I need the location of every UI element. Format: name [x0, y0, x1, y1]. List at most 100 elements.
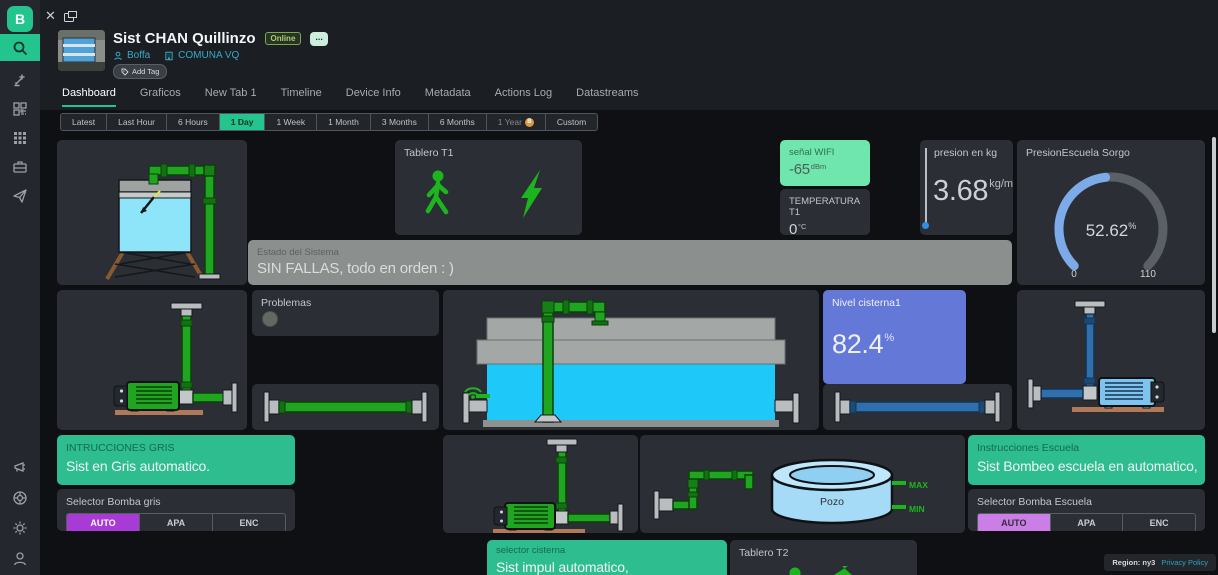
device-organization[interactable]: COMUNA VQ [164, 50, 239, 61]
tab-graficos[interactable]: Graficos [140, 87, 181, 107]
green-pipe-graphic [252, 384, 439, 430]
instructions-escuela-title: Instrucciones Escuela [968, 435, 1205, 454]
upgrade-badge-icon: B [525, 118, 534, 127]
selector-cisterna-title: selector cisterna [487, 540, 727, 556]
cistern-level-value: 82.4 [832, 329, 883, 359]
wifi-signal-title: señal WIFI [780, 140, 870, 158]
account-icon[interactable] [12, 551, 28, 567]
close-icon[interactable]: ✕ [45, 8, 56, 24]
privacy-policy-link[interactable]: Privacy Policy [1161, 558, 1208, 567]
selector-gris-option-enc[interactable]: ENC [213, 514, 285, 531]
problems-title: Problemas [252, 290, 439, 309]
search-icon [12, 40, 28, 56]
elevated-tank-graphic [57, 140, 247, 285]
vertical-scrollbar-thumb[interactable] [1212, 137, 1216, 333]
device-owner[interactable]: Boffa [113, 50, 150, 61]
tab-timeline[interactable]: Timeline [281, 87, 322, 107]
selector-escuela-option-auto[interactable]: AUTO [978, 514, 1051, 531]
status-badge: Online [265, 32, 302, 45]
tab-dashboard[interactable]: Dashboard [62, 87, 116, 107]
temperature-widget: TEMPERATURA T1 0°C [780, 189, 870, 235]
devices-icon[interactable] [12, 101, 28, 117]
cistern-image-widget [443, 290, 819, 430]
apps-icon[interactable] [12, 130, 28, 146]
pressure-unit: kg/m² [989, 178, 1013, 190]
automations-icon[interactable] [12, 72, 28, 88]
selector-escuela-option-apa[interactable]: APA [1051, 514, 1124, 531]
add-tag-label: Add Tag [132, 67, 159, 76]
blynk-logo[interactable]: B [7, 6, 33, 32]
person-walking-icon [428, 171, 446, 213]
temperature-value: 0 [789, 221, 797, 235]
wifi-signal-widget: señal WIFI -65dBm [780, 140, 870, 186]
instructions-escuela-value: Sist Bombeo escuela en automatico, [968, 454, 1205, 474]
selector-gris-option-auto[interactable]: AUTO [67, 514, 140, 531]
device-avatar[interactable] [58, 30, 105, 71]
well-min-label: MIN [909, 504, 925, 514]
tab-metadata[interactable]: Metadata [425, 87, 471, 107]
support-icon[interactable] [12, 490, 28, 506]
blynk-console: B [0, 0, 1218, 575]
time-last-hour[interactable]: Last Hour [107, 114, 167, 130]
time-6-hours[interactable]: 6 Hours [167, 114, 220, 130]
wifi-signal-value: -65 [789, 161, 810, 178]
gauge-max: 110 [1140, 269, 1156, 280]
time-custom[interactable]: Custom [546, 114, 597, 130]
tablero-t2-widget: Tablero T2 [730, 540, 917, 575]
instructions-escuela-widget: Instrucciones Escuela Sist Bombeo escuel… [968, 435, 1205, 485]
time-1-week[interactable]: 1 Week [265, 114, 317, 130]
system-status-widget: Estado del Sistema SIN FALLAS, todo en o… [248, 240, 1012, 285]
owner-name: Boffa [127, 50, 150, 61]
region-label: Region: ny3 [1112, 558, 1155, 567]
tab-actions-log[interactable]: Actions Log [495, 87, 552, 107]
tank-image-widget [57, 140, 247, 285]
settings-icon[interactable] [12, 520, 28, 536]
cistern-level-unit: % [884, 332, 894, 344]
time-6-months[interactable]: 6 Months [429, 114, 487, 130]
time-1-year[interactable]: 1 Year B [487, 114, 546, 130]
person-walking-icon-partial [790, 568, 801, 575]
level-thumb[interactable] [922, 222, 929, 229]
pressure-value: 3.68 [933, 175, 988, 207]
time-latest[interactable]: Latest [61, 114, 107, 130]
announcements-icon[interactable] [12, 460, 28, 476]
tablero-t1-indicators [395, 159, 582, 229]
wifi-signal-unit: dBm [811, 162, 826, 171]
selector-gris-control: AUTO APA ENC [66, 513, 286, 531]
selector-bomba-escuela-widget: Selector Bomba Escuela AUTO APA ENC [968, 489, 1205, 531]
more-button[interactable]: ... [310, 32, 328, 46]
temperature-title: TEMPERATURA T1 [780, 189, 870, 218]
selector-bomba-gris-widget: Selector Bomba gris AUTO APA ENC [57, 489, 295, 531]
problems-widget: Problemas [252, 290, 439, 336]
sidebar-item-search[interactable] [0, 34, 40, 61]
selector-escuela-option-enc[interactable]: ENC [1123, 514, 1195, 531]
time-1-month[interactable]: 1 Month [317, 114, 371, 130]
tab-new-tab-1[interactable]: New Tab 1 [205, 87, 257, 107]
expand-icon[interactable] [64, 11, 77, 22]
add-tag-button[interactable]: Add Tag [113, 64, 167, 79]
well-graphic: Pozo MAX MIN [640, 435, 965, 533]
cistern-graphic [443, 290, 819, 430]
user-icon [113, 51, 123, 61]
green-pump-2-graphic [443, 435, 638, 533]
time-3-months[interactable]: 3 Months [371, 114, 429, 130]
selector-cisterna-widget: selector cisterna Sist impul automatico, [487, 540, 727, 575]
organizations-icon[interactable] [12, 159, 28, 175]
tag-icon [121, 68, 129, 76]
lightning-bolt-icon-partial [834, 566, 852, 575]
problems-led-indicator [262, 311, 278, 327]
pressure-gauge-widget: PresionEscuela Sorgo 52.62% 0 110 [1017, 140, 1205, 285]
selector-escuela-title: Selector Bomba Escuela [968, 489, 1205, 508]
time-1-day[interactable]: 1 Day [220, 114, 266, 130]
instructions-gris-value: Sist en Gris automatico. [57, 454, 295, 474]
tab-device-info[interactable]: Device Info [346, 87, 401, 107]
gauge: 52.62% 0 110 [1017, 159, 1205, 281]
selector-cisterna-value: Sist impul automatico, [487, 556, 727, 575]
selector-gris-option-apa[interactable]: APA [140, 514, 213, 531]
tab-datastreams[interactable]: Datastreams [576, 87, 638, 107]
lightning-bolt-icon [521, 170, 542, 218]
organization-name: COMUNA VQ [178, 50, 239, 61]
paper-plane-icon[interactable] [12, 188, 28, 204]
tablero-t2-indicators [730, 564, 917, 575]
pipe-escuela-image-widget [823, 384, 1012, 430]
